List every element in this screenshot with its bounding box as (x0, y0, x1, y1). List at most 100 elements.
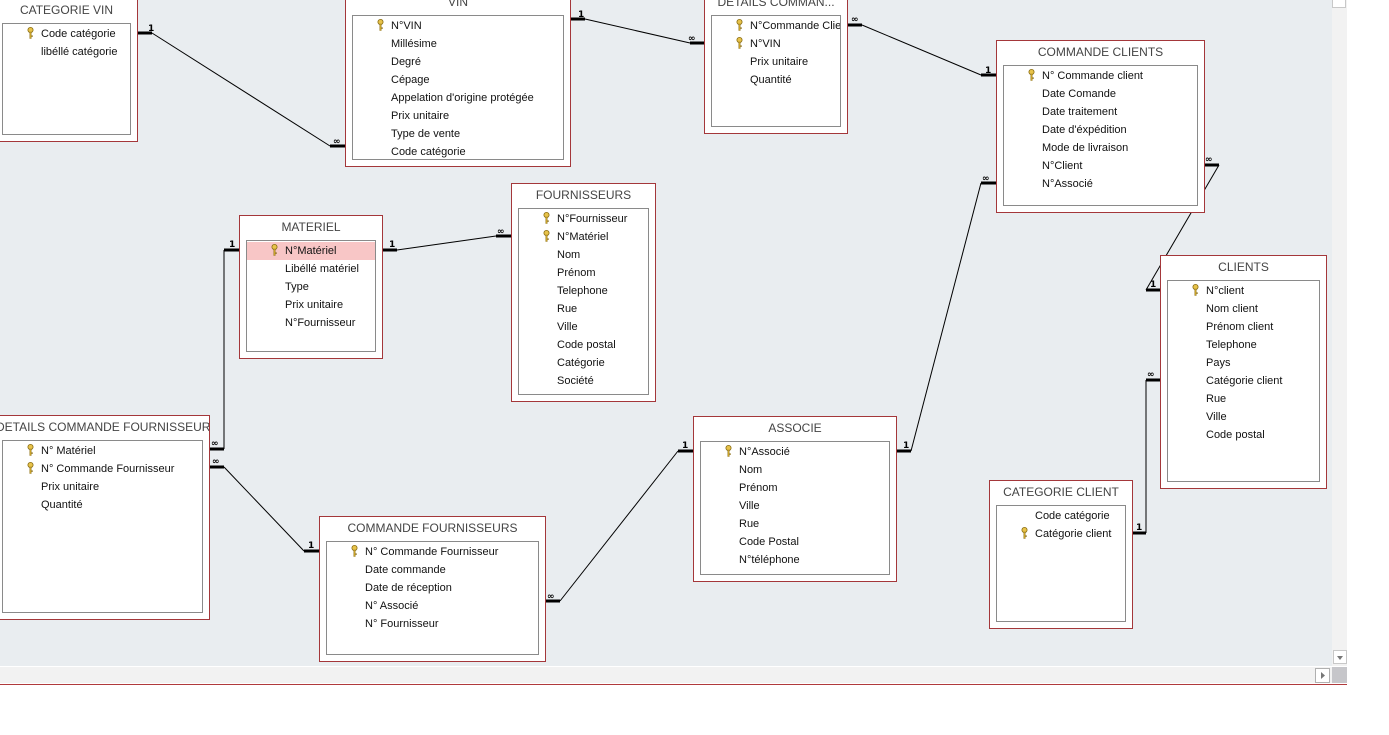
table-vin[interactable]: VIN N°VIN Millésime Degré Cépage Appelation d… (345, 0, 571, 167)
table-title[interactable]: DETAILS COMMANDE FOURNISSEURS (0, 420, 209, 434)
field-row[interactable]: N°Associé (701, 443, 889, 461)
scroll-right-button[interactable] (1315, 668, 1330, 683)
field-row[interactable]: Type de vente (353, 125, 563, 143)
field-row[interactable]: Code Postal (701, 533, 889, 551)
field-list[interactable]: N°Fournisseur N°Matériel Nom Prénom Telephon… (518, 208, 649, 395)
field-row[interactable]: N° Commande Fournisseur (327, 543, 538, 561)
field-row[interactable]: N°VIN (712, 35, 840, 53)
table-title[interactable]: CLIENTS (1161, 260, 1326, 274)
field-row[interactable]: Ville (1168, 408, 1319, 426)
field-row[interactable]: Ville (701, 497, 889, 515)
relationship-line[interactable] (559, 450, 679, 602)
scroll-down-button[interactable] (1333, 650, 1347, 664)
table-categorie-vin[interactable]: CATEGORIE VIN Code catégorie libéllé catég… (0, 0, 138, 142)
field-row[interactable]: Rue (701, 515, 889, 533)
relationship-line[interactable] (151, 32, 331, 147)
field-row[interactable]: N° Commande Fournisseur (3, 460, 202, 478)
table-categorie-client[interactable]: CATEGORIE CLIENT Code catégorie Catégorie … (989, 480, 1133, 629)
relationship-line[interactable] (223, 466, 305, 552)
relationship-line[interactable] (910, 182, 982, 452)
table-commande-clients[interactable]: COMMANDE CLIENTS N° Commande client Date C… (996, 40, 1205, 213)
table-title[interactable]: MATERIEL (240, 220, 382, 234)
field-row[interactable]: Telephone (519, 282, 648, 300)
field-list[interactable]: Code catégorie Catégorie client (996, 505, 1126, 622)
field-row[interactable]: Catégorie client (997, 525, 1125, 543)
field-list[interactable]: N°Commande Client N°VIN Prix unitaire Quant… (711, 15, 841, 127)
field-row[interactable]: N°Matériel (247, 242, 375, 260)
field-row[interactable]: Quantité (3, 496, 202, 514)
table-title[interactable]: DETAILS COMMAN... (705, 0, 847, 9)
field-row[interactable]: N° Matériel (3, 442, 202, 460)
field-list[interactable]: Code catégorie libéllé catégorie (2, 23, 131, 135)
field-row[interactable]: Rue (1168, 390, 1319, 408)
table-commande-fournisseurs[interactable]: COMMANDE FOURNISSEURS N° Commande Fournis… (319, 516, 546, 662)
table-title[interactable]: COMMANDE CLIENTS (997, 45, 1204, 59)
field-row[interactable]: Code postal (519, 336, 648, 354)
field-row[interactable]: Prénom (519, 264, 648, 282)
field-list[interactable]: N° Commande Fournisseur Date commande Date… (326, 541, 539, 655)
table-title[interactable]: CATEGORIE CLIENT (990, 485, 1132, 499)
field-row[interactable]: Code catégorie (353, 143, 563, 159)
field-row[interactable]: Date traitement (1004, 103, 1197, 121)
field-row[interactable]: Millésime (353, 35, 563, 53)
relationship-line[interactable] (396, 235, 497, 251)
field-list[interactable]: N° Commande client Date Comande Date trait… (1003, 65, 1198, 206)
field-row[interactable]: N° Associé (327, 597, 538, 615)
field-list[interactable]: N° Matériel N° Commande Fournisseur Prix u… (2, 440, 203, 613)
horizontal-scrollbar[interactable] (0, 667, 1332, 683)
field-row[interactable]: N°Matériel (519, 228, 648, 246)
field-row[interactable]: Prix unitaire (3, 478, 202, 496)
relationship-line[interactable] (584, 18, 691, 44)
table-title[interactable]: COMMANDE FOURNISSEURS (320, 521, 545, 535)
field-row[interactable]: Prix unitaire (353, 107, 563, 125)
field-row[interactable]: Prix unitaire (712, 53, 840, 71)
field-row[interactable]: Nom (519, 246, 648, 264)
field-row[interactable]: Pays (1168, 354, 1319, 372)
field-row[interactable]: Telephone (1168, 336, 1319, 354)
table-details-commande-clients[interactable]: DETAILS COMMAN... N°Commande Client N°VIN P… (704, 0, 848, 134)
field-row[interactable]: N°Associé (1004, 175, 1197, 193)
field-row[interactable]: Nom client (1168, 300, 1319, 318)
field-row[interactable]: Code catégorie (3, 25, 130, 43)
table-clients[interactable]: CLIENTS N°client Nom client Prénom client Te… (1160, 255, 1327, 489)
field-row[interactable]: Libéllé matériel (247, 260, 375, 278)
field-list[interactable]: N°client Nom client Prénom client Telephone… (1167, 280, 1320, 482)
field-row[interactable]: Quantité (712, 71, 840, 89)
field-row[interactable]: N°Commande Client (712, 17, 840, 35)
scroll-up-button[interactable] (1332, 0, 1346, 8)
field-row[interactable]: N°client (1168, 282, 1319, 300)
field-row[interactable]: Date commande (327, 561, 538, 579)
field-row[interactable]: N°Client (1004, 157, 1197, 175)
field-row[interactable]: Ville (519, 318, 648, 336)
relationship-line[interactable] (861, 24, 982, 76)
field-row[interactable]: Appelation d'origine protégée (353, 89, 563, 107)
table-details-commande-fournisseurs[interactable]: DETAILS COMMANDE FOURNISSEURS N° Matériel… (0, 415, 210, 620)
field-row[interactable]: Type (247, 278, 375, 296)
field-row[interactable]: Prix unitaire (247, 296, 375, 314)
field-row[interactable]: Catégorie client (1168, 372, 1319, 390)
table-title[interactable]: CATEGORIE VIN (0, 3, 137, 17)
field-row[interactable]: Degré (353, 53, 563, 71)
field-row[interactable]: libéllé catégorie (3, 43, 130, 61)
field-row[interactable]: Date Comande (1004, 85, 1197, 103)
table-title[interactable]: VIN (346, 0, 570, 9)
table-materiel[interactable]: MATERIEL N°Matériel Libéllé matériel Type Pr… (239, 215, 383, 359)
field-row[interactable]: Rue (519, 300, 648, 318)
table-title[interactable]: FOURNISSEURS (512, 188, 655, 202)
field-row[interactable]: Nom (701, 461, 889, 479)
field-row[interactable]: N° Commande client (1004, 67, 1197, 85)
field-row[interactable]: Cépage (353, 71, 563, 89)
field-row[interactable]: N°Fournisseur (519, 210, 648, 228)
field-row[interactable]: Code postal (1168, 426, 1319, 444)
field-row[interactable]: Date de réception (327, 579, 538, 597)
vertical-scrollbar[interactable] (1332, 0, 1347, 666)
field-row[interactable]: Société (519, 372, 648, 390)
field-row[interactable]: N°téléphone (701, 551, 889, 569)
field-list[interactable]: N°VIN Millésime Degré Cépage Appelation d'or… (352, 15, 564, 160)
field-row[interactable]: N° Fournisseur (327, 615, 538, 633)
field-list[interactable]: N°Associé Nom Prénom Ville Rue Code Postal N°t… (700, 441, 890, 575)
field-row[interactable]: Code catégorie (997, 507, 1125, 525)
field-row[interactable]: N°VIN (353, 17, 563, 35)
table-fournisseurs[interactable]: FOURNISSEURS N°Fournisseur N°Matériel Nom Pr… (511, 183, 656, 402)
field-list[interactable]: N°Matériel Libéllé matériel Type Prix unita… (246, 240, 376, 352)
